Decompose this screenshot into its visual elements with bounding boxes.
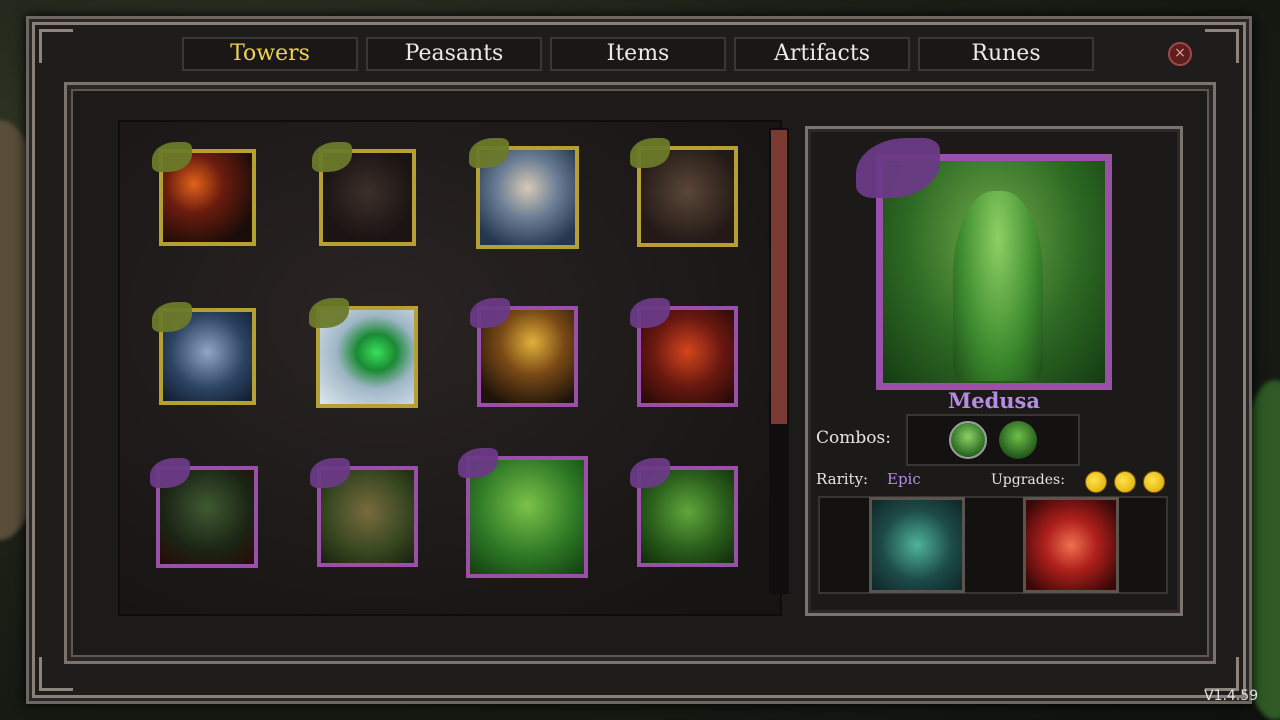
upgrade-coin-icon [1085,471,1107,493]
rarity-label: Rarity: [816,470,869,488]
tab-peasants[interactable]: Peasants [366,37,542,71]
version-label: V1.4.59 [1204,688,1259,704]
close-button[interactable]: × [1168,42,1192,66]
tab-runes[interactable]: Runes [918,37,1094,71]
serpent-head-icon[interactable] [999,421,1037,459]
fire-gorgon-icon[interactable] [1023,497,1119,593]
category-tabs: Towers Peasants Items Artifacts Runes [182,37,1094,71]
tab-towers[interactable]: Towers [182,37,358,71]
rarity-value: Epic [887,470,921,488]
tower-name: Medusa [948,388,1040,413]
combos-label: Combos: [816,428,891,448]
close-icon: × [1174,45,1186,61]
medusa-portrait [470,460,584,574]
upgrades-label: Upgrades: [991,472,1065,488]
upgrade-coin-icon [1114,471,1136,493]
tab-items[interactable]: Items [550,37,726,71]
trident-icon[interactable] [869,497,965,593]
tab-artifacts[interactable]: Artifacts [734,37,910,71]
frame-corner-ornament [1205,29,1239,63]
combos-container [906,414,1080,466]
upgrade-coin-icon [1143,471,1165,493]
medusa-figure [953,191,1043,381]
frame-corner-ornament [39,29,73,63]
scrollbar-thumb[interactable] [771,130,787,424]
medusa-head-icon[interactable] [949,421,987,459]
